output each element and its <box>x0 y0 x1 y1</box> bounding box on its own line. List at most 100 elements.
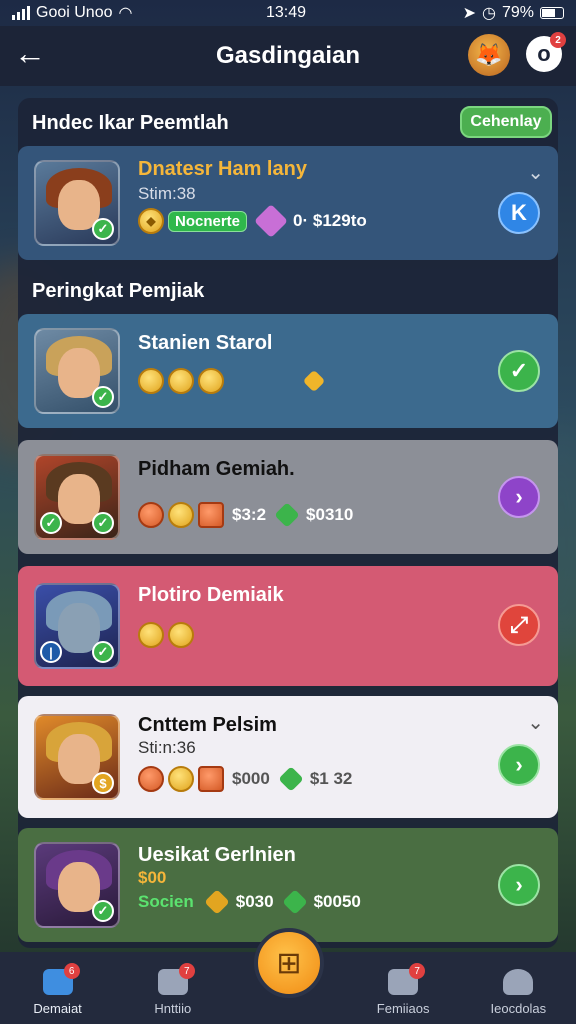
player-name: Uesikat Gerlnien <box>138 844 296 866</box>
carrier-name: Gooi Unoo <box>36 4 113 21</box>
card-info: Cnttem Pelsim Sti:n:36 $000 $1 32 <box>138 696 558 818</box>
coin-icon <box>168 766 194 792</box>
reward-row: $3:2 $0310 <box>138 502 353 528</box>
player-name: Pidham Gemiah. <box>138 458 295 480</box>
battery-percent: 79% <box>501 4 534 21</box>
featured-card[interactable]: ✓ Dnatesr Ham lany Stim:38 ◆ Nocnerte 0·… <box>18 146 558 260</box>
notification-button[interactable]: o 2 <box>526 32 566 72</box>
location-icon: ➤ <box>462 5 476 22</box>
reward-value: $0310 <box>306 505 354 524</box>
coin-icon: ◆ <box>138 208 164 234</box>
coin-icon <box>138 502 164 528</box>
gem-icon <box>274 502 300 528</box>
status-tag: Socien <box>138 892 194 911</box>
check-icon: ✓ <box>40 512 62 534</box>
coin-icon <box>168 622 194 648</box>
avatar: $ <box>34 714 120 800</box>
player-stat: Sti:n:36 <box>138 738 196 757</box>
home-plus-icon: ⊞ <box>276 946 302 980</box>
avatar: ✓ ✓ <box>34 454 120 540</box>
card-info: Stanien Starol <box>138 314 558 428</box>
check-icon: ✓ <box>92 218 114 240</box>
signal-icon <box>12 6 30 20</box>
coin-badge-icon: $ <box>92 772 114 794</box>
reward-value: 0· $129to <box>293 211 367 230</box>
next-button[interactable]: › <box>498 744 540 786</box>
wifi-icon: ◠ <box>118 5 133 22</box>
avatar: ✓ <box>34 328 120 414</box>
notification-badge: 2 <box>550 32 566 48</box>
ranking-card[interactable]: | ✓ Plotiro Demiaik ⤢ <box>18 566 558 686</box>
nav-item-mail[interactable]: 7 Hnttiio <box>123 963 223 1016</box>
expand-icon[interactable]: ⌄ <box>527 160 544 185</box>
coin-icon <box>168 502 194 528</box>
coin-icon <box>198 368 224 394</box>
reward-row: ◆ Nocnerte 0· $129to <box>138 204 367 238</box>
player-name: Plotiro Demiaik <box>138 584 284 606</box>
ranking-card[interactable]: ✓ Uesikat Gerlnien $00 Socien $030 $0050… <box>18 828 558 942</box>
confirm-button[interactable]: ✓ <box>498 350 540 392</box>
center-action-button[interactable]: ⊞ <box>254 928 324 998</box>
gem-icon <box>204 889 230 915</box>
clock: 13:49 <box>266 4 307 21</box>
reward-value: $3:2 <box>232 505 267 524</box>
check-icon: | <box>40 641 62 663</box>
gem-icon <box>302 369 326 393</box>
reward-row: Socien $030 $0050 <box>138 889 361 915</box>
reward-row <box>138 368 326 394</box>
check-icon: ✓ <box>92 641 114 663</box>
featured-section-title: Hndec Ikar Peemtlah <box>32 112 229 134</box>
nav-badge: 6 <box>63 963 80 979</box>
ranking-card[interactable]: ✓ ✓ Pidham Gemiah. $3:2 $0310 › <box>18 440 558 554</box>
player-name: Dnatesr Ham lany <box>138 158 307 180</box>
ranking-section-title: Peringkat Pemjiak <box>32 280 205 302</box>
main-panel: Hndec Ikar Peemtlah Cehenlay ✓ Dnatesr H… <box>18 98 558 948</box>
page-title: Gasdingaian <box>215 42 361 69</box>
nav-item-friends[interactable]: 7 Femiiaos <box>353 963 453 1016</box>
gem-icon <box>254 204 289 238</box>
coin-icon <box>138 368 164 394</box>
select-button[interactable]: K <box>498 192 540 234</box>
coin-icon <box>168 368 194 394</box>
battery-icon <box>540 7 564 19</box>
back-button[interactable]: ← <box>14 36 50 72</box>
challenge-button[interactable]: Cehenlay <box>460 106 552 138</box>
card-info: Dnatesr Ham lany Stim:38 ◆ Nocnerte 0· $… <box>138 146 558 260</box>
nav-label: Femiiaos <box>376 1001 430 1016</box>
check-icon: ✓ <box>92 512 114 534</box>
status-tag: Nocnerte <box>168 210 248 232</box>
player-stat: $00 <box>138 868 167 887</box>
next-button[interactable]: › <box>498 864 540 906</box>
edit-button[interactable]: ⤢ <box>498 604 540 646</box>
check-icon: ✓ <box>92 900 114 922</box>
bottom-nav: 6 Demaiat 7 Hnttiio 7 Femiiaos Ieocdolas… <box>0 928 576 1024</box>
avatar: ✓ <box>34 842 120 928</box>
avatar: ✓ <box>34 160 120 246</box>
star-icon <box>198 766 224 792</box>
next-button[interactable]: › <box>498 476 540 518</box>
star-icon <box>198 502 224 528</box>
nav-label: Ieocdolas <box>490 1001 547 1016</box>
collapse-icon[interactable]: ⌄ <box>527 710 544 735</box>
card-info: Uesikat Gerlnien $00 Socien $030 $0050 <box>138 828 558 942</box>
reward-value: $0050 <box>313 892 361 911</box>
nav-label: Hnttiio <box>154 1001 192 1016</box>
fox-mascot-icon[interactable]: 🦊 <box>468 34 510 76</box>
profile-icon <box>503 969 534 995</box>
nav-label: Demaiat <box>33 1001 82 1016</box>
nav-badge: 7 <box>178 963 195 979</box>
avatar: | ✓ <box>34 583 120 669</box>
ranking-card[interactable]: $ Cnttem Pelsim Sti:n:36 $000 $1 32 ⌄ › <box>18 696 558 818</box>
ranking-card[interactable]: ✓ Stanien Starol ✓ <box>18 314 558 428</box>
alarm-icon: ◷ <box>482 5 496 22</box>
reward-value: $1 32 <box>309 769 353 788</box>
gem-icon <box>281 889 308 915</box>
nav-item-profile[interactable]: Ieocdolas <box>468 969 568 1016</box>
arrow-left-icon: ← <box>14 35 46 71</box>
gem-icon <box>278 766 304 792</box>
check-icon: ✓ <box>92 386 114 408</box>
player-stat: Stim:38 <box>138 184 196 203</box>
status-bar: Gooi Unoo ◠ 13:49 ➤ ◷ 79% <box>0 0 576 26</box>
card-info: Pidham Gemiah. $3:2 $0310 <box>138 440 558 554</box>
nav-item-home[interactable]: 6 Demaiat <box>8 963 108 1016</box>
